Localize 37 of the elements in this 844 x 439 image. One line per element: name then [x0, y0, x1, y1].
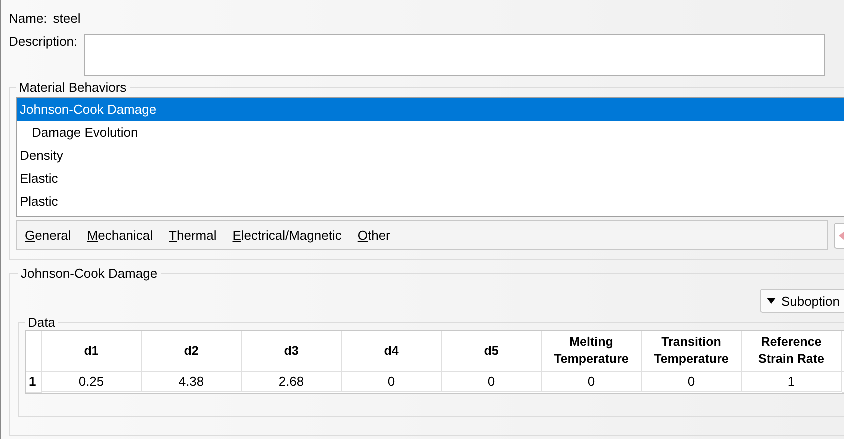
behavior-item[interactable]: Density: [17, 144, 844, 167]
behavior-item[interactable]: Elastic: [17, 167, 844, 190]
description-label: Description:: [9, 34, 78, 51]
column-header: Transition Temperature: [642, 331, 742, 372]
column-header: Reference Strain Rate: [742, 331, 842, 372]
table-cell[interactable]: 0.25: [42, 372, 142, 392]
table-cell[interactable]: 0: [342, 372, 442, 392]
table-cell[interactable]: 0: [642, 372, 742, 392]
column-header: d1: [42, 331, 142, 372]
table-cell[interactable]: 4.38: [142, 372, 242, 392]
name-label: Name:: [9, 10, 48, 26]
column-header: d4: [342, 331, 442, 372]
behavior-item[interactable]: Damage Evolution: [17, 121, 844, 144]
group-title: Material Behaviors: [18, 80, 128, 95]
menu-item[interactable]: General: [25, 228, 72, 242]
column-header: d2: [142, 331, 242, 372]
behavior-item[interactable]: Johnson-Cook Damage: [17, 98, 844, 121]
table-cell[interactable]: 1: [742, 372, 842, 392]
data-title: Data: [27, 315, 56, 330]
menu-item[interactable]: Thermal: [169, 228, 217, 242]
column-header: d3: [242, 331, 342, 372]
description-field[interactable]: [84, 34, 825, 76]
table-cell[interactable]: 0: [442, 372, 542, 392]
column-header: Melting Temperature: [542, 331, 642, 372]
suboptions-button[interactable]: Suboption: [760, 289, 844, 313]
column-header: d5: [442, 331, 542, 372]
dropdown-arrow-icon: [767, 298, 776, 304]
name-value: steel: [53, 10, 81, 26]
menu-item[interactable]: Other: [358, 228, 390, 242]
row-number: 1: [26, 372, 42, 393]
behavior-item[interactable]: Plastic: [17, 190, 844, 213]
menu-item[interactable]: Electrical/Magnetic: [232, 228, 342, 242]
table-cell[interactable]: 2.68: [242, 372, 342, 392]
menu-item[interactable]: Mechanical: [87, 228, 154, 242]
table-cell[interactable]: 0: [542, 372, 642, 392]
editor-title: Johnson-Cook Damage: [20, 266, 159, 281]
corner-cell: [26, 331, 42, 372]
